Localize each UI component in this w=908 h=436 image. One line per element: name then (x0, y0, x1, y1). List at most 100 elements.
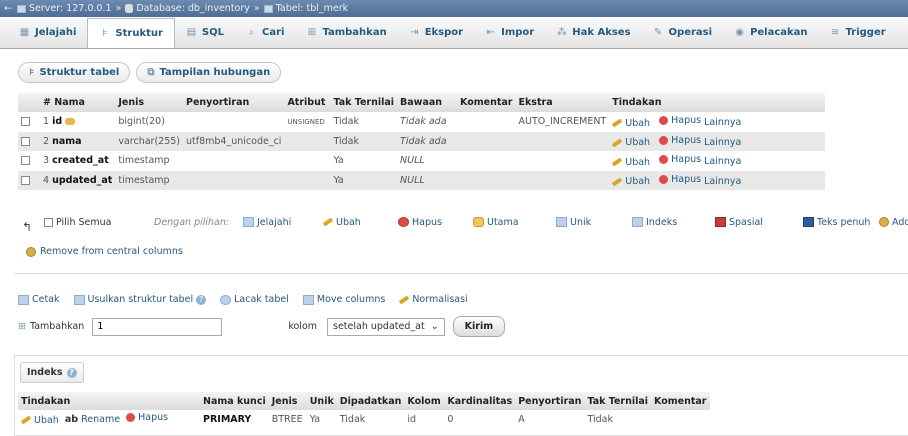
check-all[interactable]: Pilih Semua (44, 217, 111, 228)
more-link[interactable]: Lainnya (704, 117, 741, 128)
cell-type: BTREE (268, 410, 307, 428)
column-position-select[interactable]: setelah updated_at ⌄ (327, 317, 445, 336)
row-checkbox[interactable] (21, 156, 30, 166)
drop-link[interactable]: Hapus (659, 174, 701, 185)
breadcrumb-server[interactable]: Server: 127.0.0.1 (16, 3, 112, 14)
tab-label: Tambahkan (322, 27, 387, 38)
bulk-browse-button[interactable]: Jelajahi (243, 217, 291, 228)
rename-label: Rename (81, 414, 121, 426)
tab-import[interactable]: ⇤ Impor (474, 17, 545, 48)
tab-search[interactable]: ⌕ Cari (235, 17, 295, 48)
drop-link[interactable]: Hapus (659, 115, 701, 126)
tab-operations[interactable]: ✎ Operasi (642, 17, 724, 48)
help-icon[interactable]: ? (196, 294, 207, 305)
bulk-fulltext-button[interactable]: Teks penuh (803, 217, 870, 228)
breadcrumb-table[interactable]: Tabel: tbl_merk (263, 3, 348, 14)
cell-name: 2 nama (40, 131, 116, 151)
drop-link[interactable]: Hapus (659, 135, 701, 146)
submit-button[interactable]: Kirim (452, 316, 506, 337)
bulk-primary-button[interactable]: Utama (473, 217, 519, 228)
sql-icon: ▤ (186, 27, 197, 38)
print-icon (18, 294, 29, 305)
cell-type: timestamp (115, 150, 184, 171)
track-table-link[interactable]: Lacak tabel (220, 294, 289, 305)
edit-link[interactable]: Ubah (612, 176, 650, 187)
header-name[interactable]: # Nama (40, 93, 116, 112)
breadcrumb-database[interactable]: Database: db_inventory (125, 3, 250, 14)
header-default: Bawaan (397, 93, 458, 112)
more-link[interactable]: Lainnya (704, 156, 741, 167)
cell-extra (515, 131, 610, 151)
header-comment: Komentar (457, 93, 516, 112)
cell-default: Tidak ada (397, 131, 458, 151)
breadcrumb-server-label[interactable]: Server: 127.0.0.1 (29, 3, 112, 14)
edit-label: Ubah (34, 414, 59, 426)
subtab-table-structure[interactable]: ⊧ Struktur tabel (18, 62, 131, 83)
help-icon[interactable]: ? (66, 367, 77, 378)
edit-link[interactable]: Ubah (612, 137, 650, 148)
pencil-icon (612, 118, 623, 128)
tab-label: Impor (501, 27, 535, 38)
breadcrumb-database-label[interactable]: Database: db_inventory (136, 3, 250, 14)
move-columns-link[interactable]: Move columns (302, 294, 385, 305)
row-checkbox[interactable] (21, 117, 30, 127)
tab-structure[interactable]: ⊧ Struktur (87, 18, 175, 48)
subtab-relation-view[interactable]: ⧉ Tampilan hubungan (136, 62, 282, 83)
bulk-change-button[interactable]: Ubah (322, 217, 361, 228)
edit-link[interactable]: Ubah (612, 157, 650, 168)
tab-sql[interactable]: ▤ SQL (175, 17, 235, 48)
tab-triggers[interactable]: ≋ Trigger (819, 17, 897, 48)
row-checkbox[interactable] (21, 136, 30, 146)
structure-header-row: # Nama Jenis Penyortiran Atribut Tak Ter… (18, 93, 826, 112)
tab-tracking[interactable]: ◉ Pelacakan (723, 17, 818, 48)
tab-label: Trigger (845, 27, 886, 38)
tab-privileges[interactable]: ⁂ Hak Akses (545, 17, 641, 48)
drop-index-link[interactable]: Hapus (126, 412, 168, 423)
check-all-checkbox[interactable] (44, 217, 53, 227)
header-cardinality: Kardinalitas (444, 392, 516, 410)
cell-comment (457, 131, 516, 151)
delete-icon (659, 116, 669, 125)
bulk-spatial-button[interactable]: Spasial (715, 217, 763, 228)
cell-default: Tidak ada (397, 111, 458, 132)
tab-browse[interactable]: ▦ Jelajahi (8, 17, 87, 48)
cell-collation (183, 170, 285, 190)
row-checkbox-cell (18, 131, 40, 151)
bulk-unique-button[interactable]: Unik (556, 217, 591, 228)
cell-name: 4 updated_at (40, 170, 116, 190)
bulk-drop-button[interactable]: Hapus (398, 217, 442, 228)
cell-actions: Ubah Hapus Lainnya (609, 131, 826, 151)
header-type: Jenis (115, 93, 184, 112)
propose-structure-link[interactable]: Usulkan struktur tabel? (73, 294, 207, 305)
cell-collation (183, 150, 285, 171)
breadcrumb-separator: » (253, 3, 260, 14)
column-count-input[interactable] (92, 317, 223, 336)
indexes-table: Tindakan Nama kunci Jenis Unik Dipadatka… (18, 392, 710, 428)
tab-export[interactable]: ⇥ Ekspor (398, 17, 474, 48)
unique-icon (556, 217, 567, 227)
more-link[interactable]: Lainnya (704, 176, 741, 187)
remove-central-columns-link[interactable]: Remove from central columns (26, 246, 183, 257)
row-checkbox-cell (18, 150, 40, 171)
drop-link[interactable]: Hapus (659, 154, 701, 165)
bulk-add-button[interactable]: Add (879, 217, 908, 228)
breadcrumb-table-label[interactable]: Tabel: tbl_merk (276, 3, 348, 14)
table-row: Ubah ab Rename Hapus PRIMARY BTREE Ya Tid… (18, 410, 710, 428)
central-columns-icon (879, 217, 889, 227)
edit-index-link[interactable]: Ubah (20, 414, 59, 426)
normalize-link[interactable]: Normalisasi (399, 294, 468, 305)
more-link[interactable]: Lainnya (704, 137, 741, 148)
breadcrumb-separator: » (115, 3, 122, 14)
indexes-legend[interactable]: Indeks ? (20, 362, 84, 383)
tab-label: Pelacakan (750, 27, 808, 38)
print-link[interactable]: Cetak (18, 294, 60, 305)
bulk-index-button[interactable]: Indeks (632, 217, 677, 228)
column-position-value: setelah updated_at (333, 321, 425, 332)
rename-index-link[interactable]: ab Rename (65, 414, 120, 425)
edit-link[interactable]: Ubah (612, 118, 650, 129)
import-icon: ⇤ (486, 27, 495, 38)
header-num-label: # (43, 96, 51, 108)
row-checkbox[interactable] (21, 176, 30, 185)
back-arrow-icon[interactable]: ← (4, 3, 12, 14)
tab-insert[interactable]: ⊞ Tambahkan (295, 17, 397, 48)
